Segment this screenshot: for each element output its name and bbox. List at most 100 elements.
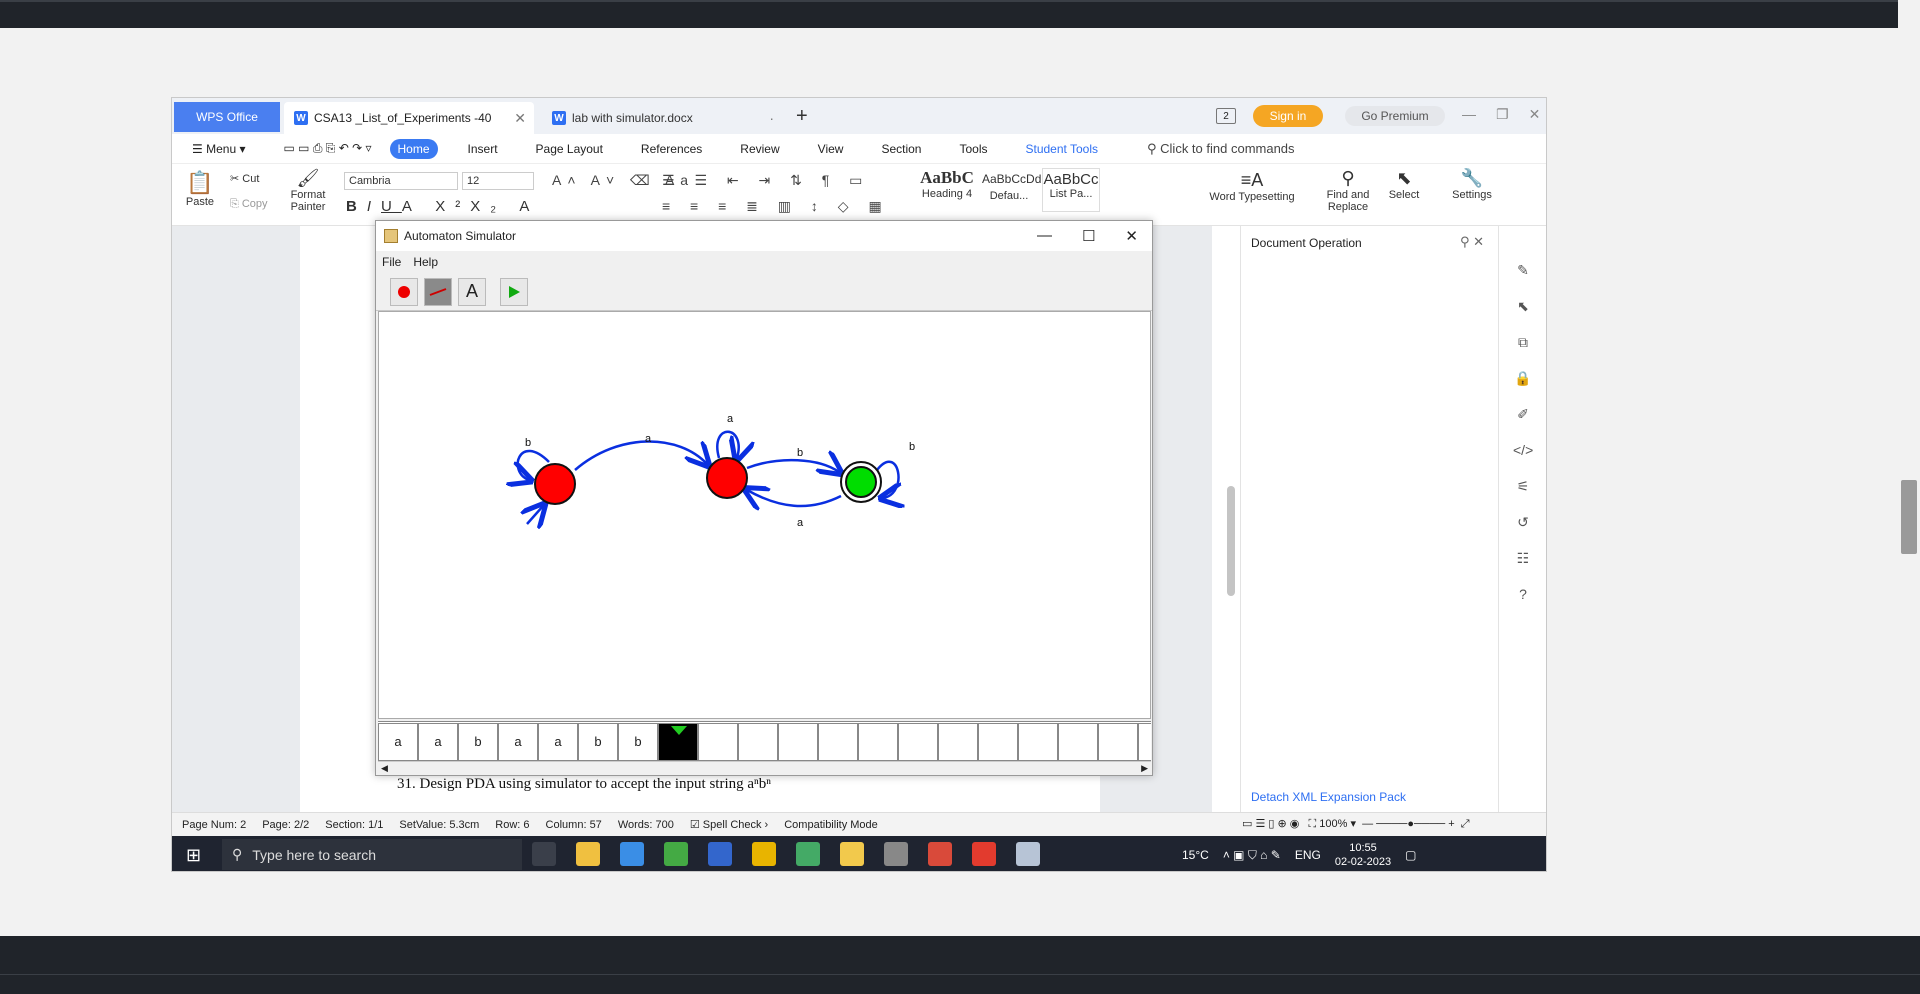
taskbar-search[interactable]: ⚲ Type here to search [222, 839, 522, 870]
restore-icon[interactable]: ❐ [1496, 106, 1509, 123]
chrome-icon[interactable] [752, 842, 776, 866]
app-icon[interactable] [708, 842, 732, 866]
maximize-icon[interactable]: ☐ [1082, 227, 1095, 245]
tape-cell[interactable]: a [418, 722, 458, 761]
quick-access-icons[interactable]: ▭ ▭ ⎙ ⎘ ↶ ↷ ▿ [275, 138, 379, 159]
settings-button[interactable]: 🔧 Settings [1444, 168, 1500, 201]
paragraph-buttons[interactable]: ☰ ☰ ⇤ ⇥ ⇅ ¶ ▭ [662, 172, 870, 189]
tape-cell[interactable] [938, 722, 978, 761]
tape-cell[interactable] [778, 722, 818, 761]
notification-icon[interactable]: ▢ [1405, 848, 1416, 862]
tape-cell[interactable] [978, 722, 1018, 761]
scroll-right-icon[interactable]: ▶ [1141, 763, 1148, 774]
tape-cell[interactable] [738, 722, 778, 761]
automaton-titlebar[interactable]: Automaton Simulator — ☐ ✕ [376, 221, 1152, 251]
tape-cell[interactable] [1018, 722, 1058, 761]
go-premium-button[interactable]: Go Premium [1345, 106, 1445, 126]
tab-insert[interactable]: Insert [460, 139, 506, 159]
document-tab-active[interactable]: W CSA13 _List_of_Experiments -40 ✕ [284, 102, 534, 134]
tab-page-layout[interactable]: Page Layout [528, 139, 611, 159]
font-name-select[interactable]: Cambria [344, 172, 458, 190]
list-icon[interactable]: ☷ [1513, 550, 1533, 570]
find-replace-button[interactable]: ⚲ Find and Replace [1320, 168, 1376, 213]
java-icon[interactable] [1016, 842, 1040, 866]
chrome-icon[interactable] [928, 842, 952, 866]
align-buttons[interactable]: ≡ ≡ ≡ ≣ ▥ ↕ ◇ ▦ [662, 198, 890, 215]
close-icon[interactable]: ✕ [1529, 106, 1541, 123]
tape-cell[interactable] [898, 722, 938, 761]
edit-doc-icon[interactable]: ✐ [1513, 406, 1533, 426]
text-tool[interactable]: A [458, 277, 486, 306]
app-icon[interactable] [796, 842, 820, 866]
new-tab-icon[interactable]: + [796, 105, 808, 128]
text-format-buttons[interactable]: BIUA X²X₂ A [346, 198, 539, 215]
file-menu[interactable]: File [382, 255, 401, 269]
tape-head-cell[interactable] [658, 722, 698, 761]
scroll-left-icon[interactable]: ◀ [381, 763, 388, 774]
detach-xml-link[interactable]: Detach XML Expansion Pack [1251, 790, 1406, 804]
tape-scrollbar[interactable]: ◀ ▶ [378, 761, 1151, 775]
tab-references[interactable]: References [633, 139, 710, 159]
word-typesetting-button[interactable]: ≡A Word Typesetting [1202, 170, 1302, 203]
mail-icon[interactable] [620, 842, 644, 866]
pen-icon[interactable]: ✎ [1513, 262, 1533, 282]
close-tab-icon[interactable]: ✕ [514, 110, 526, 127]
tape-cell[interactable]: b [618, 722, 658, 761]
weather-temp[interactable]: 15°C [1182, 848, 1209, 862]
windows-start-icon[interactable]: ⊞ [186, 846, 204, 864]
tape-cell[interactable]: a [538, 722, 578, 761]
help-icon[interactable]: ? [1513, 586, 1533, 606]
file-explorer-icon[interactable] [576, 842, 600, 866]
document-scrollbar[interactable] [1224, 226, 1238, 812]
sliders-icon[interactable]: ⚟ [1513, 478, 1533, 498]
tape-cell[interactable] [698, 722, 738, 761]
page-scrollbar-thumb[interactable] [1901, 480, 1917, 554]
tab-student-tools[interactable]: Student Tools [1018, 139, 1107, 159]
format-painter-button[interactable]: 🖌 Format Painter [286, 168, 330, 213]
sign-in-button[interactable]: Sign in [1253, 105, 1323, 127]
document-scrollbar-thumb[interactable] [1227, 486, 1235, 596]
tab-section[interactable]: Section [873, 139, 929, 159]
input-tape[interactable]: aabaabb [378, 721, 1151, 761]
tape-cell[interactable] [1098, 722, 1138, 761]
document-operation-title[interactable]: Document Operation [1251, 236, 1362, 250]
pointer-icon[interactable]: ⬉ [1513, 298, 1533, 318]
copy-button[interactable]: ⎘ Copy [230, 198, 268, 211]
font-size-select[interactable]: 12 [462, 172, 534, 190]
tape-cell[interactable]: b [578, 722, 618, 761]
copy-icon[interactable]: ⧉ [1513, 334, 1533, 354]
window-count-badge[interactable]: 2 [1216, 108, 1236, 124]
tab-review[interactable]: Review [732, 139, 787, 159]
help-menu[interactable]: Help [413, 255, 438, 269]
close-icon[interactable]: ✕ [1125, 227, 1138, 245]
menu-button[interactable]: ☰ Menu ▾ [184, 139, 253, 159]
lock-icon[interactable]: 🔒 [1513, 370, 1533, 390]
tray-icons[interactable]: ˄ ▣ ⛉ ⌂ ✎ [1223, 848, 1281, 863]
cut-button[interactable]: ✂ Cut [230, 172, 259, 185]
document-tab-inactive[interactable]: W lab with simulator.docx · [542, 102, 782, 134]
style-list-paragraph[interactable]: AaBbCc List Pa... [1042, 168, 1100, 212]
task-view-icon[interactable] [532, 842, 556, 866]
status-words[interactable]: Words: 700 [618, 819, 674, 831]
automaton-canvas[interactable]: b a a b a b [378, 311, 1151, 719]
tape-cell[interactable] [858, 722, 898, 761]
minimize-icon[interactable]: — [1462, 106, 1476, 123]
clock[interactable]: 10:55 02-02-2023 [1335, 841, 1391, 869]
panel-controls[interactable]: ⚲ ✕ [1460, 234, 1484, 250]
run-button[interactable] [500, 277, 528, 306]
paste-button[interactable]: 📋 Paste [182, 170, 218, 208]
add-transition-tool[interactable] [424, 277, 452, 306]
tape-cell[interactable] [818, 722, 858, 761]
app-icon[interactable] [840, 842, 864, 866]
wps-office-tab[interactable]: WPS Office [174, 102, 280, 132]
minimize-icon[interactable]: — [1037, 227, 1052, 245]
tape-cell[interactable] [1138, 722, 1151, 761]
tab-view[interactable]: View [810, 139, 852, 159]
app-icon[interactable] [664, 842, 688, 866]
settings-gear-icon[interactable] [884, 842, 908, 866]
tape-cell[interactable]: a [378, 722, 418, 761]
wps-icon[interactable] [972, 842, 996, 866]
tab-home[interactable]: Home [389, 138, 438, 159]
style-default[interactable]: AaBbCcDd Defau... [982, 168, 1041, 212]
select-button[interactable]: ⬉ Select [1382, 168, 1426, 201]
